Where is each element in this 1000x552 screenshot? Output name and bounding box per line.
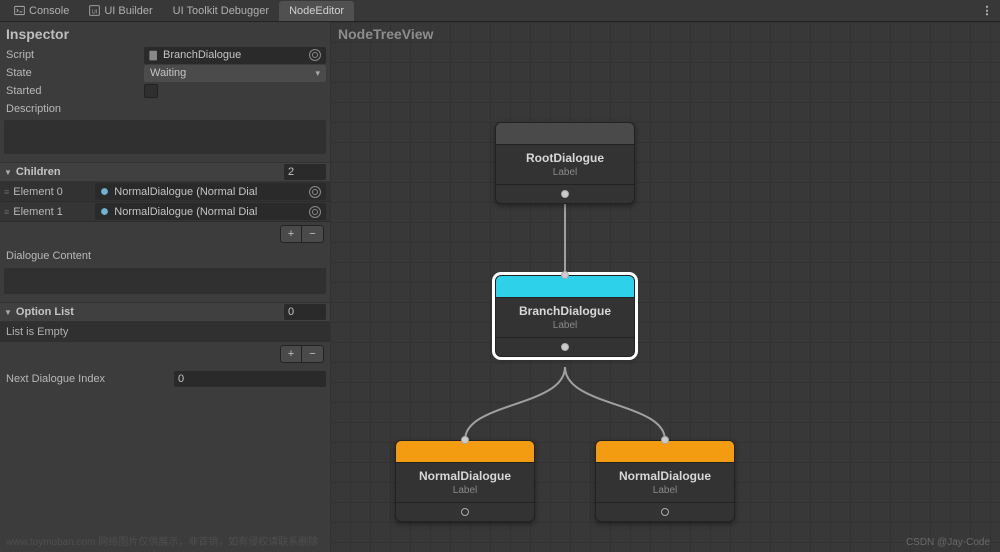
- output-port[interactable]: [561, 190, 569, 198]
- tab-console[interactable]: Console: [4, 1, 79, 21]
- element-field[interactable]: NormalDialogue (Normal Dial: [95, 203, 326, 220]
- node-subtitle: Label: [596, 485, 734, 503]
- description-label: Description: [4, 103, 144, 115]
- node-canvas[interactable]: NodeTreeView RootDialogue Label BranchDi…: [330, 22, 1000, 552]
- list-item: ≡ Element 0 NormalDialogue (Normal Dial: [0, 182, 330, 202]
- script-icon: [148, 50, 159, 61]
- node-subtitle: Label: [496, 320, 634, 338]
- node-footer: [496, 185, 634, 203]
- object-picker-icon[interactable]: [308, 48, 322, 62]
- remove-button[interactable]: −: [302, 345, 324, 363]
- tab-menu-button[interactable]: ⋮: [978, 2, 996, 20]
- children-list-buttons: + −: [0, 222, 330, 246]
- dialogue-content-label: Dialogue Content: [0, 246, 330, 266]
- tab-label: UI Toolkit Debugger: [173, 5, 269, 17]
- node-title: NormalDialogue: [396, 463, 534, 485]
- ui-builder-icon: UI: [89, 5, 100, 16]
- node-subtitle: Label: [496, 167, 634, 185]
- inspector-panel: Inspector Script BranchDialogue State Wa…: [0, 22, 330, 552]
- svg-text:UI: UI: [92, 9, 98, 15]
- children-header[interactable]: ▼ Children 2: [0, 162, 330, 182]
- tab-ui-builder[interactable]: UI UI Builder: [79, 1, 162, 21]
- node-footer: [596, 503, 734, 521]
- console-icon: [14, 5, 25, 16]
- node-title: RootDialogue: [496, 145, 634, 167]
- element-label: Element 0: [11, 186, 95, 198]
- next-index-field[interactable]: 0: [174, 371, 326, 387]
- node-branch-dialogue[interactable]: BranchDialogue Label: [495, 275, 635, 357]
- state-dropdown[interactable]: Waiting: [144, 65, 326, 82]
- node-normal-dialogue[interactable]: NormalDialogue Label: [595, 440, 735, 522]
- empty-list-label: List is Empty: [0, 322, 330, 342]
- object-picker-icon[interactable]: [308, 185, 322, 199]
- tab-label: UI Builder: [104, 5, 152, 17]
- option-list-buttons: + −: [0, 342, 330, 366]
- add-button[interactable]: +: [280, 225, 302, 243]
- output-port[interactable]: [461, 508, 469, 516]
- drag-handle-icon[interactable]: ≡: [4, 207, 7, 217]
- tab-bar: Console UI UI Builder UI Toolkit Debugge…: [0, 0, 1000, 22]
- element-value: NormalDialogue (Normal Dial: [114, 186, 257, 198]
- node-header: [596, 441, 734, 463]
- edge: [465, 367, 565, 440]
- tab-ui-toolkit-debugger[interactable]: UI Toolkit Debugger: [163, 1, 279, 21]
- input-port[interactable]: [561, 271, 569, 279]
- element-label: Element 1: [11, 206, 95, 218]
- foldout-icon: ▼: [4, 168, 12, 177]
- input-port[interactable]: [461, 436, 469, 444]
- add-button[interactable]: +: [280, 345, 302, 363]
- script-field[interactable]: BranchDialogue: [144, 47, 326, 64]
- drag-handle-icon[interactable]: ≡: [4, 187, 7, 197]
- input-port[interactable]: [661, 436, 669, 444]
- node-title: BranchDialogue: [496, 298, 634, 320]
- remove-button[interactable]: −: [302, 225, 324, 243]
- object-picker-icon[interactable]: [308, 205, 322, 219]
- node-footer: [396, 503, 534, 521]
- next-index-label: Next Dialogue Index: [4, 373, 174, 385]
- children-title: Children: [16, 166, 284, 178]
- inspector-title: Inspector: [0, 22, 330, 46]
- option-list-title: Option List: [16, 306, 284, 318]
- option-list-count[interactable]: 0: [284, 304, 326, 320]
- output-port[interactable]: [561, 343, 569, 351]
- node-header: [496, 123, 634, 145]
- description-textarea[interactable]: [4, 120, 326, 154]
- node-header: [396, 441, 534, 463]
- foldout-icon: ▼: [4, 308, 12, 317]
- option-list-header[interactable]: ▼ Option List 0: [0, 302, 330, 322]
- tab-label: NodeEditor: [289, 5, 344, 17]
- node-normal-dialogue[interactable]: NormalDialogue Label: [395, 440, 535, 522]
- tab-node-editor[interactable]: NodeEditor: [279, 1, 354, 21]
- node-root-dialogue[interactable]: RootDialogue Label: [495, 122, 635, 204]
- node-header: [496, 276, 634, 298]
- started-label: Started: [4, 85, 144, 97]
- node-footer: [496, 338, 634, 356]
- element-value: NormalDialogue (Normal Dial: [114, 206, 257, 218]
- started-checkbox[interactable]: [144, 84, 158, 98]
- list-item: ≡ Element 1 NormalDialogue (Normal Dial: [0, 202, 330, 222]
- edge: [565, 367, 665, 440]
- children-count[interactable]: 2: [284, 164, 326, 180]
- canvas-title: NodeTreeView: [330, 22, 1000, 46]
- script-value: BranchDialogue: [163, 49, 241, 61]
- state-label: State: [4, 67, 144, 79]
- output-port[interactable]: [661, 508, 669, 516]
- node-title: NormalDialogue: [596, 463, 734, 485]
- node-subtitle: Label: [396, 485, 534, 503]
- object-icon: [99, 186, 110, 197]
- element-field[interactable]: NormalDialogue (Normal Dial: [95, 183, 326, 200]
- object-icon: [99, 206, 110, 217]
- dialogue-content-textarea[interactable]: [4, 268, 326, 294]
- state-value: Waiting: [150, 67, 186, 79]
- tab-label: Console: [29, 5, 69, 17]
- script-label: Script: [4, 49, 144, 61]
